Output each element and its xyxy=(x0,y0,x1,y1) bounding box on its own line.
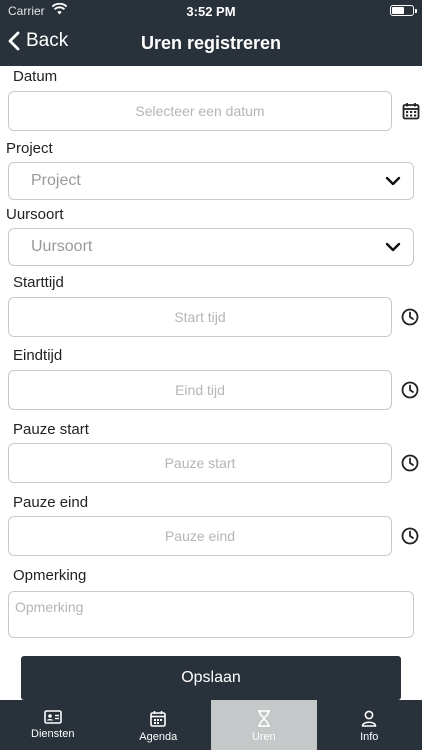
status-time: 3:52 PM xyxy=(186,4,236,19)
tab-agenda[interactable]: Agenda xyxy=(106,700,212,750)
tab-uren[interactable]: Uren xyxy=(211,700,317,750)
eindtijd-label: Eindtijd xyxy=(13,347,63,364)
starttijd-field[interactable]: Start tijd xyxy=(8,297,392,337)
battery-icon xyxy=(390,5,417,16)
clock-icon[interactable] xyxy=(401,308,419,326)
tab-diensten[interactable]: Diensten xyxy=(0,700,106,750)
calendar-icon[interactable] xyxy=(402,102,420,120)
datum-label: Datum xyxy=(13,68,58,85)
tab-label: Uren xyxy=(251,731,276,743)
chevron-down-icon xyxy=(385,242,401,252)
pauze-eind-label: Pauze eind xyxy=(13,494,89,511)
pauze-eind-field[interactable]: Pauze eind xyxy=(8,516,392,556)
opmerking-label: Opmerking xyxy=(13,567,87,584)
tab-info[interactable]: Info xyxy=(317,700,422,750)
save-button[interactable]: Opslaan xyxy=(21,656,401,700)
uursoort-label: Uursoort xyxy=(6,206,64,223)
hourglass-icon xyxy=(257,710,270,727)
tab-bar: Diensten Agenda Uren Info xyxy=(0,700,422,750)
opmerking-textarea[interactable]: Opmerking xyxy=(8,591,414,638)
person-icon xyxy=(361,710,377,727)
chevron-down-icon xyxy=(385,176,401,186)
tab-label: Agenda xyxy=(139,731,178,743)
project-select-value: Project xyxy=(31,172,81,189)
uursoort-select-value: Uursoort xyxy=(31,238,93,255)
clock-icon[interactable] xyxy=(401,454,419,472)
tab-label: Diensten xyxy=(31,728,75,740)
page-title: Uren registreren xyxy=(140,33,282,53)
id-card-icon xyxy=(43,710,62,724)
calendar-icon xyxy=(150,711,167,727)
clock-icon[interactable] xyxy=(401,381,419,399)
clock-icon[interactable] xyxy=(401,527,419,545)
pauze-start-label: Pauze start xyxy=(13,421,89,438)
project-select[interactable]: Project xyxy=(8,162,414,200)
app-header: Carrier 3:52 PM Back Uren registreren xyxy=(0,0,422,66)
eindtijd-field[interactable]: Eind tijd xyxy=(8,370,392,410)
pauze-start-field[interactable]: Pauze start xyxy=(8,443,392,483)
navbar: Back Uren registreren xyxy=(0,22,422,66)
starttijd-label: Starttijd xyxy=(13,274,64,291)
tab-label: Info xyxy=(360,731,379,743)
datum-field[interactable]: Selecteer een datum xyxy=(8,91,392,131)
status-bar: Carrier 3:52 PM xyxy=(0,0,422,22)
project-label: Project xyxy=(6,140,53,157)
uursoort-select[interactable]: Uursoort xyxy=(8,228,414,266)
